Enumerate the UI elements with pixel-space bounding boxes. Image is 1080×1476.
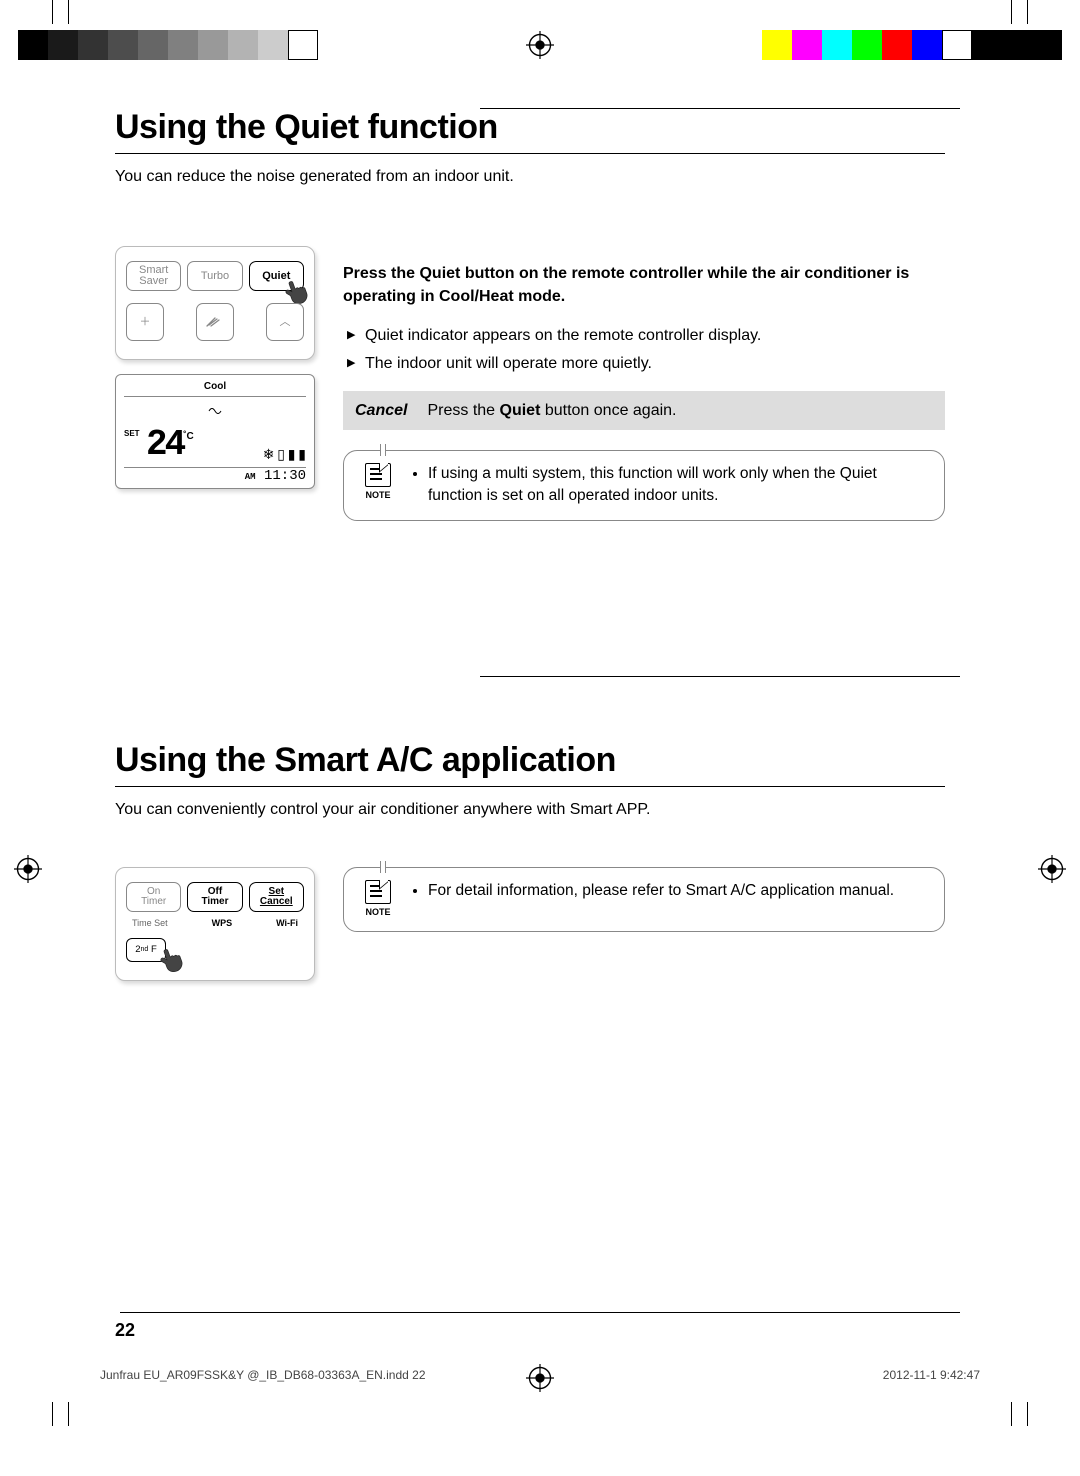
section-subtitle: You can conveniently control your air co… xyxy=(115,801,945,819)
timeset-label: Time Set xyxy=(132,918,168,928)
lcd-clock: AM 11:30 xyxy=(124,468,306,484)
remote-illustration: On Timer Off Timer Set Cancel Time Set W… xyxy=(115,867,315,981)
lcd-display: Cool SET 24 ˚C ❄ ▯ ▮ ▮ AM 11:30 xyxy=(115,374,315,489)
off-timer-button: Off Timer xyxy=(187,882,242,912)
swing-button xyxy=(196,303,234,341)
bullet-item: Quiet indicator appears on the remote co… xyxy=(343,324,945,347)
section-subtitle: You can reduce the noise generated from … xyxy=(115,168,945,186)
crop-mark xyxy=(1011,1402,1012,1426)
smart-saver-button: Smart Saver xyxy=(126,261,181,291)
crop-mark xyxy=(1011,0,1012,24)
print-color-bar xyxy=(0,30,1080,60)
crop-mark xyxy=(68,0,69,24)
note-box: NOTE If using a multi system, this funct… xyxy=(343,450,945,521)
page-number: 22 xyxy=(115,1320,135,1341)
wps-label: WPS xyxy=(212,918,233,928)
registration-mark-icon xyxy=(526,1364,554,1392)
registration-mark-icon xyxy=(1038,855,1066,883)
note-icon: NOTE xyxy=(358,880,398,919)
cancel-text: Press the Quiet button once again. xyxy=(427,399,676,422)
rule-line xyxy=(120,1312,960,1313)
lcd-mode: Cool xyxy=(124,381,306,397)
rule-line xyxy=(115,153,945,154)
grayscale-strip xyxy=(18,30,318,60)
quiet-button: Quiet xyxy=(249,261,304,291)
set-cancel-button: Set Cancel xyxy=(249,882,304,912)
footer-timestamp: 2012-11-1 9:42:47 xyxy=(883,1368,980,1382)
lcd-set-label: SET xyxy=(124,429,140,438)
section-title: Using the Quiet function xyxy=(115,108,945,147)
lcd-unit: ˚C xyxy=(183,431,194,442)
crop-mark xyxy=(52,1402,53,1426)
crop-mark xyxy=(1027,0,1028,24)
footer-filename: Junfrau EU_AR09FSSK&Y @_IB_DB68-03363A_E… xyxy=(100,1368,426,1382)
lcd-status-icons: ❄ ▯ ▮ ▮ xyxy=(263,427,306,463)
crop-mark xyxy=(1027,1402,1028,1426)
registration-mark-icon xyxy=(14,855,42,883)
plus-button: ＋ xyxy=(126,303,164,341)
remote-illustration: Smart Saver Turbo Quiet ＋ ︿ xyxy=(115,246,315,360)
crop-mark xyxy=(68,1402,69,1426)
note-icon: NOTE xyxy=(358,463,398,502)
crop-mark xyxy=(52,0,53,24)
wifi-label: Wi-Fi xyxy=(276,918,298,928)
section-title: Using the Smart A/C application xyxy=(115,741,945,780)
quiet-icon xyxy=(208,406,222,416)
turbo-button: Turbo xyxy=(187,261,242,291)
color-strip xyxy=(762,30,1062,60)
bullet-item: The indoor unit will operate more quietl… xyxy=(343,352,945,375)
note-text: If using a multi system, this function w… xyxy=(412,463,928,508)
instruction-text: Press the Quiet button on the remote con… xyxy=(343,262,945,308)
note-text: For detail information, please refer to … xyxy=(412,880,894,902)
cancel-instruction: Cancel Press the Quiet button once again… xyxy=(343,391,945,430)
bullet-list: Quiet indicator appears on the remote co… xyxy=(343,324,945,374)
lcd-temperature: 24 xyxy=(146,427,183,463)
up-button: ︿ xyxy=(266,303,304,341)
cancel-label: Cancel xyxy=(355,399,407,422)
on-timer-button: On Timer xyxy=(126,882,181,912)
rule-line xyxy=(115,786,945,787)
note-box: NOTE For detail information, please refe… xyxy=(343,867,945,932)
registration-mark-icon xyxy=(526,31,554,59)
